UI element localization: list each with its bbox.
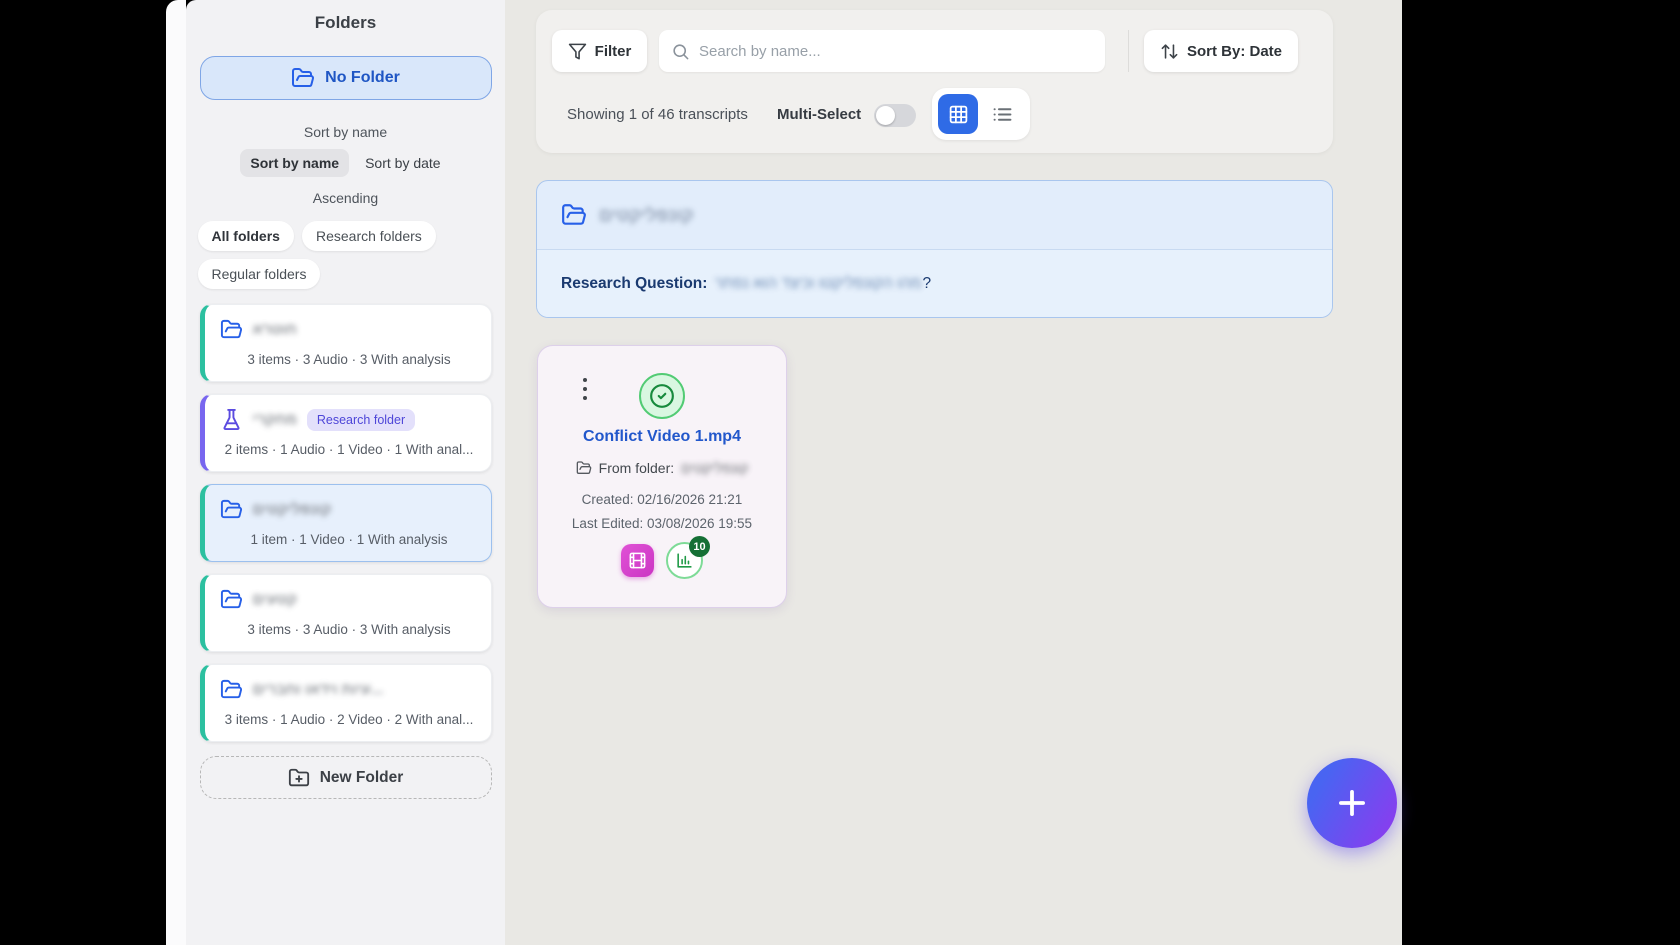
last-edited-date: Last Edited: 03/08/2026 19:55 [538, 516, 786, 531]
analysis-button[interactable]: 10 [666, 542, 703, 579]
sort-by-button[interactable]: Sort By: Date [1144, 30, 1298, 72]
question-mark: ? [922, 275, 931, 293]
chip-all-folders[interactable]: All folders [198, 221, 294, 251]
toolbar-divider [1128, 30, 1129, 72]
folder-stats: 3 items · 3 Audio · 3 With analysis [220, 352, 479, 367]
folder-icon [576, 460, 592, 476]
folder-name: קונפליקטים [253, 501, 332, 518]
kebab-dot [583, 387, 587, 391]
chip-regular-folders[interactable]: Regular folders [198, 259, 321, 289]
kebab-dot [583, 378, 587, 382]
showing-count: Showing 1 of 46 transcripts [567, 106, 748, 123]
no-folder-label: No Folder [325, 69, 400, 87]
new-folder-button[interactable]: New Folder [200, 756, 492, 799]
sort-caption: Sort by name [304, 124, 387, 140]
folder-card[interactable]: קטעים 3 items · 3 Audio · 3 With analysi… [200, 574, 492, 652]
sidebar-title: Folders [315, 13, 376, 33]
status-complete-indicator [639, 373, 685, 419]
analysis-count-badge: 10 [689, 536, 710, 557]
folder-name: קטעים [253, 591, 297, 608]
video-media-button[interactable] [621, 544, 654, 577]
search-input[interactable] [699, 43, 1093, 60]
folder-card[interactable]: חוטרא 3 items · 3 Audio · 3 With analysi… [200, 304, 492, 382]
grid-view-icon [948, 104, 969, 125]
film-icon [628, 551, 647, 570]
folder-banner-name: קונפליקטים [599, 205, 694, 226]
flask-icon [220, 408, 243, 431]
app-window: Folders No Folder Sort by name Sort by n… [166, 0, 1402, 945]
magnifier-icon [671, 42, 690, 61]
transcript-card[interactable]: Conflict Video 1.mp4 From folder: קונפלי… [537, 345, 787, 608]
sort-by-date-button[interactable]: Sort by date [355, 149, 451, 177]
arrows-up-down-icon [1160, 42, 1179, 61]
transcript-title: Conflict Video 1.mp4 [538, 428, 786, 446]
sort-segmented-control: Sort by name Sort by date [240, 149, 450, 177]
kebab-menu-button[interactable] [576, 376, 594, 402]
folder-open-icon [220, 678, 243, 701]
folder-plus-icon [288, 767, 310, 789]
search-box [659, 30, 1105, 72]
folder-open-icon [561, 202, 587, 228]
created-date: Created: 02/16/2026 21:21 [538, 492, 786, 507]
banner-header: קונפליקטים [537, 181, 1332, 250]
folder-stats: 1 item · 1 Video · 1 With analysis [220, 532, 479, 547]
filter-button[interactable]: Filter [552, 30, 647, 72]
folders-sidebar: Folders No Folder Sort by name Sort by n… [186, 0, 505, 945]
list-view-button[interactable] [982, 94, 1022, 134]
toggle-knob [876, 106, 895, 125]
sort-by-label: Sort By: Date [1187, 43, 1282, 60]
research-question-text: מהו הקונפליקטו וכיצד הוא נפתר [714, 275, 921, 293]
current-folder-banner[interactable]: קונפליקטים Research Question: מהו הקונפל… [536, 180, 1333, 318]
page-scrollbar[interactable] [166, 0, 186, 945]
multi-select-label: Multi-Select [777, 106, 861, 123]
folder-filter-chips: All folders Research folders Regular fol… [198, 221, 494, 289]
grid-view-button[interactable] [938, 94, 978, 134]
folder-stats: 3 items · 1 Audio · 2 Video · 2 With ana… [220, 712, 479, 727]
plus-icon [1333, 784, 1371, 822]
list-view-icon [992, 104, 1013, 125]
folder-open-icon [220, 318, 243, 341]
research-folder-badge: Research folder [307, 409, 415, 431]
transcript-card-actions: 10 [538, 542, 786, 579]
folder-stats: 3 items · 3 Audio · 3 With analysis [220, 622, 479, 637]
research-question-label: Research Question: [561, 275, 707, 293]
folder-name: עיות וידאו וחברים... [253, 681, 384, 698]
kebab-dot [583, 396, 587, 400]
folder-open-icon [291, 66, 315, 90]
sort-by-name-button[interactable]: Sort by name [240, 149, 349, 177]
toolbar: Filter Sort By: Date Showing 1 of 46 tra… [536, 10, 1333, 153]
view-mode-switcher [932, 88, 1030, 140]
check-circle-icon [649, 383, 675, 409]
funnel-icon [568, 42, 587, 61]
folder-card[interactable]: עיות וידאו וחברים... 3 items · 1 Audio ·… [200, 664, 492, 742]
folder-card-research[interactable]: מחקרי Research folder 2 items · 1 Audio … [200, 394, 492, 472]
from-folder-label: From folder: [599, 460, 674, 476]
folder-card-selected[interactable]: קונפליקטים 1 item · 1 Video · 1 With ana… [200, 484, 492, 562]
filter-label: Filter [595, 43, 632, 60]
folder-list: חוטרא 3 items · 3 Audio · 3 With analysi… [200, 304, 492, 742]
folder-open-icon [220, 588, 243, 611]
order-caption: Ascending [313, 190, 378, 206]
chip-research-folders[interactable]: Research folders [302, 221, 436, 251]
multi-select-toggle[interactable] [874, 104, 916, 127]
research-question-row: Research Question: מהו הקונפליקטו וכיצד … [537, 250, 1332, 318]
from-folder-row: From folder: קונפליקטים [538, 460, 786, 476]
from-folder-name: קונפליקטים [681, 460, 748, 476]
no-folder-button[interactable]: No Folder [200, 56, 492, 100]
new-folder-label: New Folder [320, 769, 404, 787]
add-new-fab[interactable] [1307, 758, 1397, 848]
main-content: Filter Sort By: Date Showing 1 of 46 tra… [505, 0, 1402, 945]
folder-name: מחקרי [253, 411, 297, 428]
folder-name: חוטרא [253, 321, 297, 338]
folder-stats: 2 items · 1 Audio · 1 Video · 1 With ana… [220, 442, 479, 457]
folder-open-icon [220, 498, 243, 521]
screen: Folders No Folder Sort by name Sort by n… [0, 0, 1680, 945]
